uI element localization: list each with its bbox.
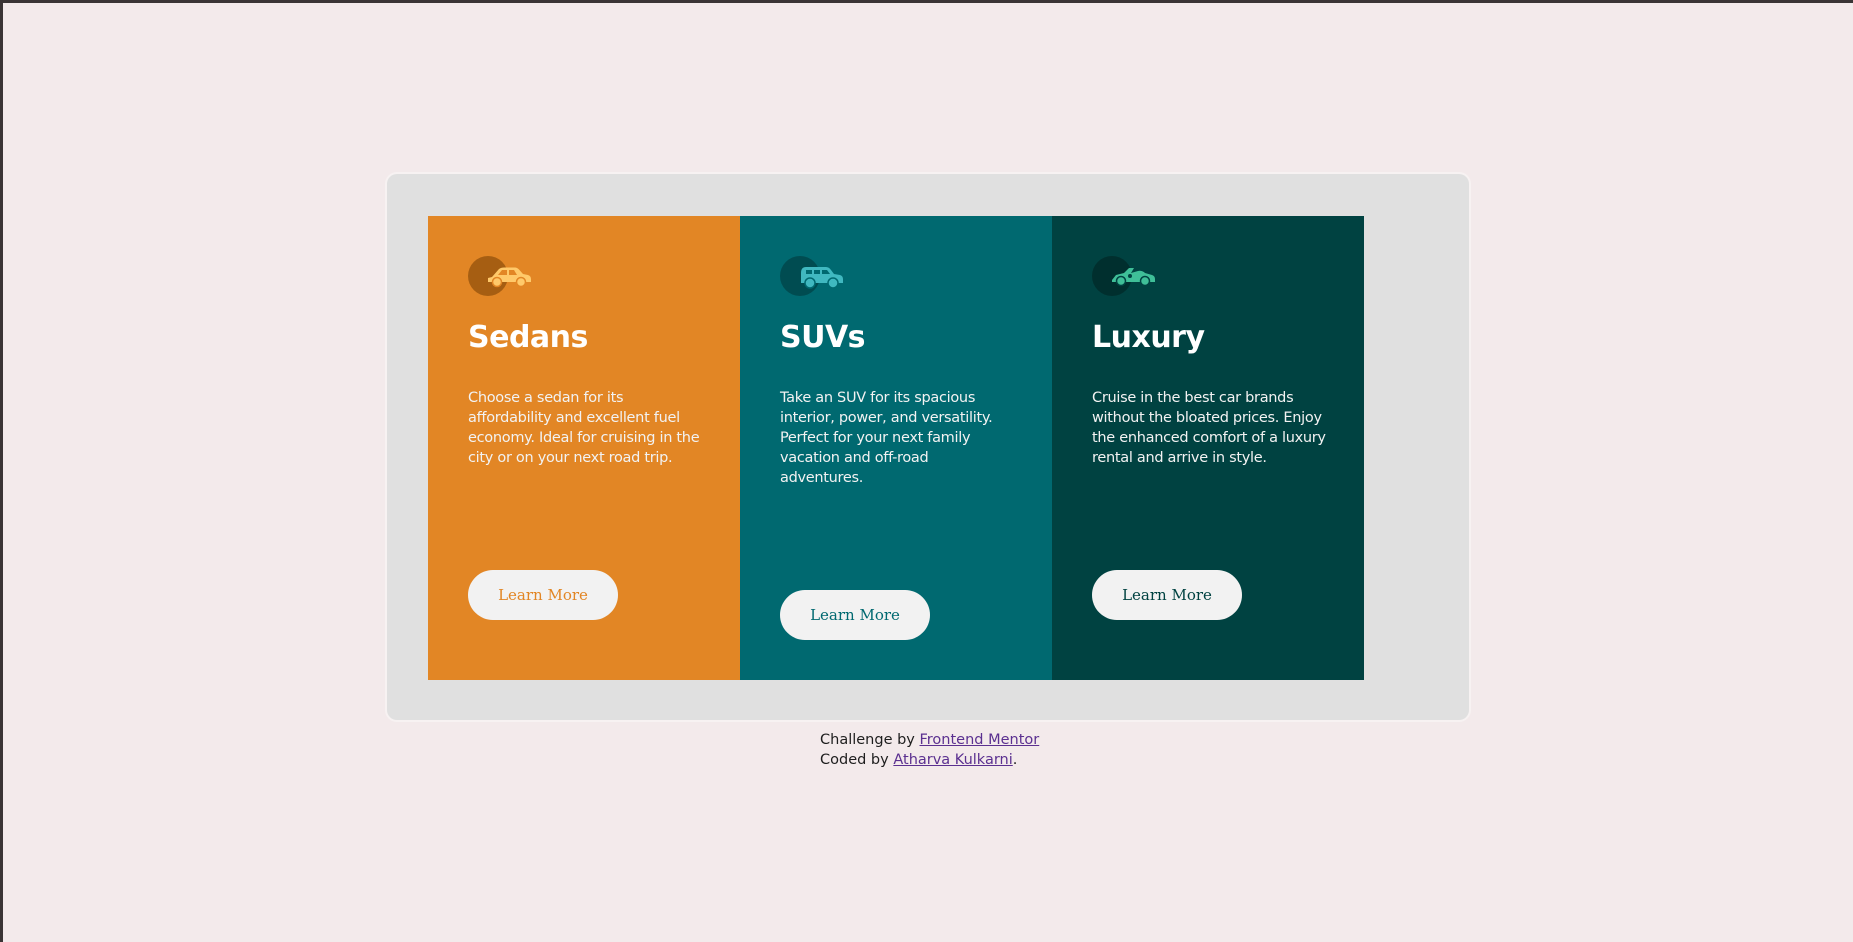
learn-more-button-suvs[interactable]: Learn More — [780, 590, 930, 640]
attribution-challenge-line: Challenge by Frontend Mentor — [820, 730, 1039, 750]
learn-more-button-luxury[interactable]: Learn More — [1092, 570, 1242, 620]
attribution-coded-prefix: Coded by — [820, 752, 894, 768]
learn-more-button-sedans[interactable]: Learn More — [468, 570, 618, 620]
frontend-mentor-link[interactable]: Frontend Mentor — [920, 732, 1040, 748]
cards-row: Sedans Choose a sedan for its affordabil… — [428, 216, 1364, 680]
attribution-coded-line: Coded by Atharva Kulkarni. — [820, 750, 1039, 770]
card-title: Sedans — [468, 320, 588, 355]
card-title: SUVs — [780, 320, 866, 355]
card-luxury: Luxury Cruise in the best car brands wit… — [1052, 216, 1364, 680]
author-link[interactable]: Atharva Kulkarni — [893, 752, 1012, 768]
attribution-coded-suffix: . — [1012, 752, 1018, 768]
luxury-car-icon — [1092, 256, 1162, 296]
card-sedans: Sedans Choose a sedan for its affordabil… — [428, 216, 740, 680]
card-suvs: SUVs Take an SUV for its spacious interi… — [740, 216, 1052, 680]
card-description: Cruise in the best car brands without th… — [1092, 390, 1326, 466]
suv-car-icon — [780, 256, 850, 296]
card-title: Luxury — [1092, 320, 1205, 355]
card-description: Choose a sedan for its affordability and… — [468, 390, 700, 466]
attribution-challenge-prefix: Challenge by — [820, 732, 920, 748]
attribution: Challenge by Frontend Mentor Coded by At… — [820, 730, 1039, 770]
card-description: Take an SUV for its spacious interior, p… — [780, 390, 993, 486]
sedan-car-icon — [468, 256, 538, 296]
